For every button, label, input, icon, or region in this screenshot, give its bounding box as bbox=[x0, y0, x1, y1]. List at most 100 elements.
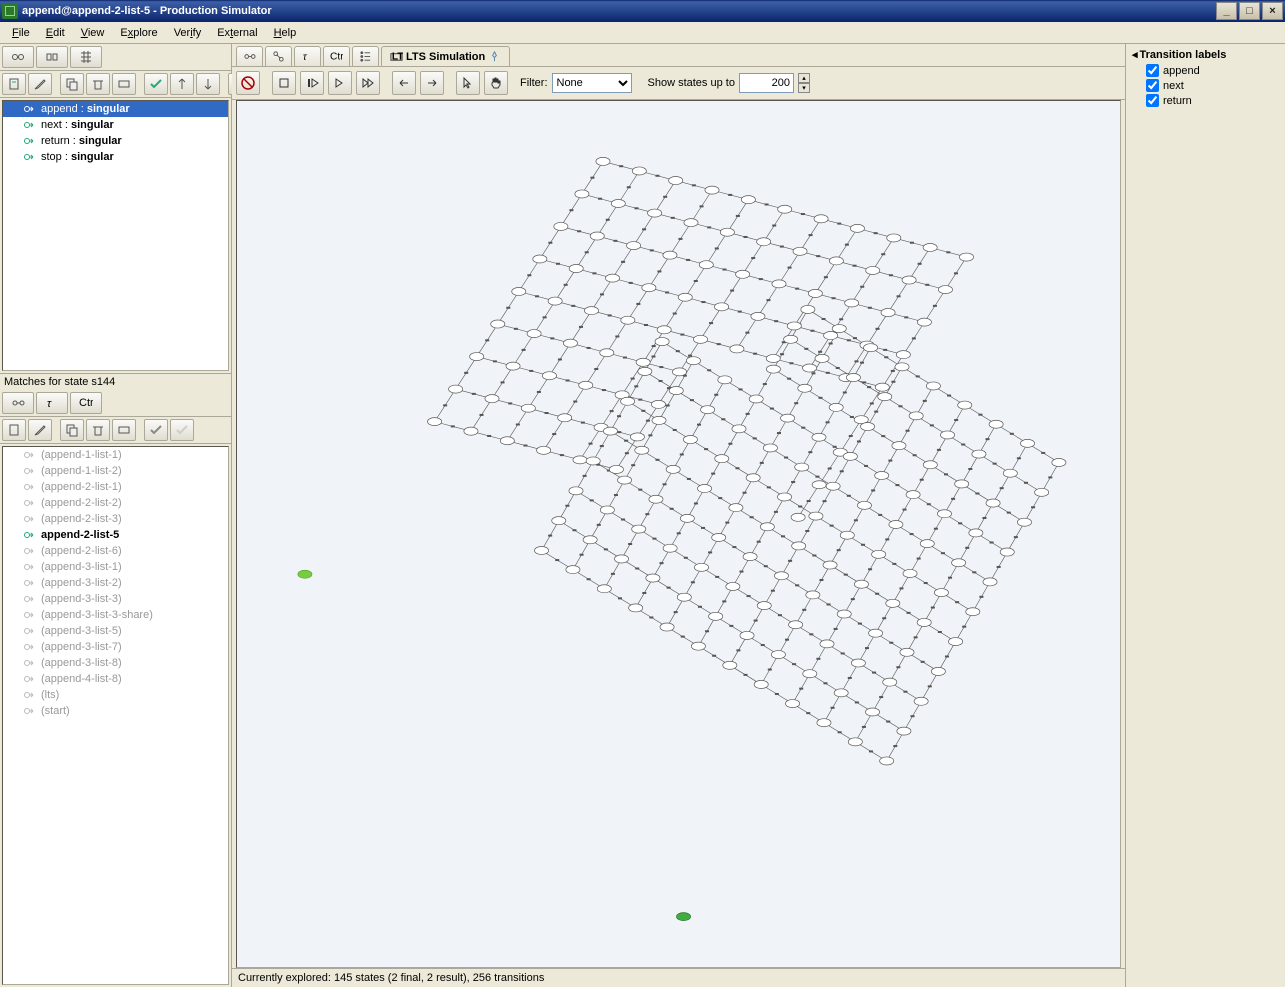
show-states-input[interactable] bbox=[739, 73, 794, 93]
titlebar: append@append-2-list-5 - Production Simu… bbox=[0, 0, 1285, 22]
rename-button[interactable] bbox=[112, 73, 136, 95]
pin-icon bbox=[488, 50, 501, 63]
menu-verify[interactable]: Verify bbox=[166, 25, 210, 41]
edit-rule-button[interactable] bbox=[28, 73, 52, 95]
menu-edit[interactable]: Edit bbox=[38, 25, 73, 41]
match-item[interactable]: (append-3-list-1) bbox=[3, 559, 228, 575]
rule-item[interactable]: append : singular bbox=[3, 101, 228, 117]
menu-explore[interactable]: Explore bbox=[112, 25, 165, 41]
window-title: append@append-2-list-5 - Production Simu… bbox=[22, 5, 1214, 17]
left-panel: append : singularnext : singularreturn :… bbox=[0, 44, 232, 987]
transition-label-row[interactable]: next bbox=[1128, 78, 1283, 93]
menu-view[interactable]: View bbox=[73, 25, 113, 41]
select-tool-button[interactable] bbox=[456, 71, 480, 95]
matches-new-button[interactable] bbox=[2, 419, 26, 441]
view-mode-3-button[interactable] bbox=[70, 46, 102, 68]
tab-ctrl[interactable]: Ctrl bbox=[323, 46, 350, 66]
transition-label-text: return bbox=[1163, 95, 1192, 107]
menubar: File Edit View Explore Verify External H… bbox=[0, 22, 1285, 44]
show-states-spinner[interactable]: ▴▾ bbox=[798, 73, 810, 93]
tab-tau[interactable]: τ bbox=[294, 46, 321, 66]
delete-button[interactable] bbox=[86, 73, 110, 95]
back-button[interactable] bbox=[392, 71, 416, 95]
rules-tree[interactable]: append : singularnext : singularreturn :… bbox=[2, 100, 229, 371]
matches-view-1-button[interactable] bbox=[2, 392, 34, 414]
tab-lts-simulation[interactable]: LTS LTS Simulation bbox=[381, 46, 510, 66]
match-item[interactable]: (append-2-list-2) bbox=[3, 495, 228, 511]
rule-item[interactable]: return : singular bbox=[3, 133, 228, 149]
transition-label-row[interactable]: return bbox=[1128, 93, 1283, 108]
transition-labels-title: ◂ Transition labels bbox=[1128, 46, 1283, 63]
match-item[interactable]: (append-4-list-8) bbox=[3, 671, 228, 687]
close-button[interactable]: × bbox=[1262, 2, 1283, 20]
svg-text:LTS: LTS bbox=[392, 51, 403, 62]
match-item[interactable]: (append-1-list-1) bbox=[3, 447, 228, 463]
rule-item[interactable]: next : singular bbox=[3, 117, 228, 133]
matches-view-3-button[interactable]: Ctrl bbox=[70, 392, 102, 414]
match-item[interactable]: (append-1-list-2) bbox=[3, 463, 228, 479]
svg-text:Ctrl: Ctrl bbox=[79, 397, 93, 409]
copy-button[interactable] bbox=[60, 73, 84, 95]
match-item[interactable]: (append-3-list-7) bbox=[3, 639, 228, 655]
step-button[interactable] bbox=[328, 71, 352, 95]
match-item[interactable]: (append-3-list-2) bbox=[3, 575, 228, 591]
tab-list[interactable] bbox=[352, 46, 379, 66]
match-item[interactable]: (lts) bbox=[3, 687, 228, 703]
menu-external[interactable]: External bbox=[209, 25, 265, 41]
play-pause-button[interactable] bbox=[300, 71, 324, 95]
down-button[interactable] bbox=[196, 73, 220, 95]
view-mode-2-button[interactable] bbox=[36, 46, 68, 68]
matches-view-toolbar: τ Ctrl bbox=[0, 390, 231, 417]
matches-view-2-button[interactable]: τ bbox=[36, 392, 68, 414]
match-item[interactable]: (start) bbox=[3, 703, 228, 719]
app-icon bbox=[2, 3, 18, 19]
transition-checkbox[interactable] bbox=[1146, 64, 1159, 77]
show-states-label: Show states up to bbox=[648, 77, 735, 89]
pan-tool-button[interactable] bbox=[484, 71, 508, 95]
new-rule-button[interactable] bbox=[2, 73, 26, 95]
transition-checkbox[interactable] bbox=[1146, 79, 1159, 92]
collapse-arrow-icon[interactable]: ◂ bbox=[1132, 48, 1138, 61]
matches-copy-button[interactable] bbox=[60, 419, 84, 441]
cancel-explore-button[interactable] bbox=[236, 71, 260, 95]
transition-labels-panel: ◂ Transition labels append next return bbox=[1125, 44, 1285, 987]
match-item[interactable]: (append-3-list-8) bbox=[3, 655, 228, 671]
matches-rename-button[interactable] bbox=[112, 419, 136, 441]
match-item[interactable]: append-2-list-5 bbox=[3, 527, 228, 543]
tabs-row: τ Ctrl LTS LTS Simulation bbox=[232, 44, 1125, 66]
view-mode-1-button[interactable] bbox=[2, 46, 34, 68]
matches-check-button[interactable] bbox=[144, 419, 168, 441]
svg-text:τ: τ bbox=[47, 398, 52, 410]
rule-item[interactable]: stop : singular bbox=[3, 149, 228, 165]
tab-graph-2[interactable] bbox=[265, 46, 292, 66]
forward-button[interactable] bbox=[420, 71, 444, 95]
transition-label-row[interactable]: append bbox=[1128, 63, 1283, 78]
match-item[interactable]: (append-2-list-3) bbox=[3, 511, 228, 527]
match-item[interactable]: (append-3-list-3-share) bbox=[3, 607, 228, 623]
match-item[interactable]: (append-3-list-3) bbox=[3, 591, 228, 607]
transition-checkbox[interactable] bbox=[1146, 94, 1159, 107]
main-area: append : singularnext : singularreturn :… bbox=[0, 44, 1285, 987]
transition-label-text: next bbox=[1163, 80, 1184, 92]
tab-graph-1[interactable] bbox=[236, 46, 263, 66]
menu-file[interactable]: File bbox=[4, 25, 38, 41]
stop-button[interactable] bbox=[272, 71, 296, 95]
matches-delete-button[interactable] bbox=[86, 419, 110, 441]
matches-check2-button[interactable] bbox=[170, 419, 194, 441]
transition-label-text: append bbox=[1163, 65, 1200, 77]
up-button[interactable] bbox=[170, 73, 194, 95]
minimize-button[interactable]: _ bbox=[1216, 2, 1237, 20]
maximize-button[interactable]: □ bbox=[1239, 2, 1260, 20]
match-item[interactable]: (append-3-list-5) bbox=[3, 623, 228, 639]
check-button[interactable] bbox=[144, 73, 168, 95]
menu-help[interactable]: Help bbox=[266, 25, 305, 41]
fast-forward-button[interactable] bbox=[356, 71, 380, 95]
state-space-canvas[interactable] bbox=[236, 100, 1121, 968]
match-item[interactable]: (append-2-list-1) bbox=[3, 479, 228, 495]
matches-tree[interactable]: (append-1-list-1)(append-1-list-2)(appen… bbox=[2, 446, 229, 985]
filter-select[interactable]: None bbox=[552, 73, 632, 93]
status-bar: Currently explored: 145 states (2 final,… bbox=[232, 968, 1125, 987]
match-item[interactable]: (append-2-list-6) bbox=[3, 543, 228, 559]
matches-edit-button[interactable] bbox=[28, 419, 52, 441]
filter-label: Filter: bbox=[520, 77, 548, 89]
